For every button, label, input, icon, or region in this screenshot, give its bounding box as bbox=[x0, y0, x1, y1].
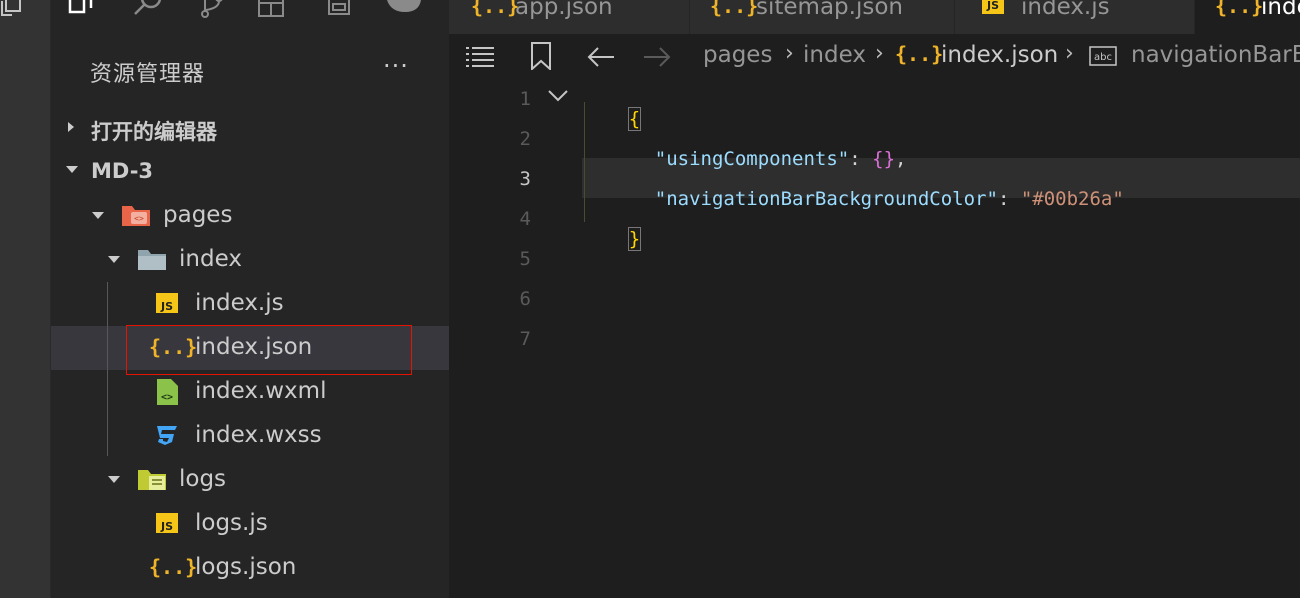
chevron-down-icon bbox=[66, 166, 78, 173]
highlight-box bbox=[126, 325, 412, 375]
tree-item-pages[interactable]: <> pages bbox=[51, 194, 449, 238]
code-line-3: "navigationBarBackgroundColor": "#00b26a… bbox=[609, 166, 1124, 232]
indent-guide bbox=[107, 282, 108, 456]
more-actions-button[interactable]: ··· bbox=[383, 52, 409, 80]
tab-index-js[interactable]: JS index.js bbox=[955, 0, 1195, 34]
breadcrumb-item[interactable]: index bbox=[803, 42, 866, 68]
line-number: 6 bbox=[519, 288, 531, 310]
breadcrumb-item[interactable]: index.json bbox=[941, 42, 1058, 68]
js-file-icon: JS bbox=[156, 513, 178, 533]
code-editor[interactable]: 1 2 3 4 5 6 7 { "usingComponents": {}, "… bbox=[449, 80, 1300, 598]
tree-item-label: logs.js bbox=[195, 510, 268, 536]
string-property-icon: abc bbox=[1089, 46, 1117, 66]
editor-tabs: {..} app.json {..} sitemap.json JS index… bbox=[449, 0, 1300, 34]
tab-label: sitemap.json bbox=[756, 0, 903, 20]
explorer-title: 资源管理器 bbox=[90, 62, 206, 87]
tree-item-label: pages bbox=[163, 202, 233, 228]
tree-item-label: index.wxml bbox=[195, 378, 327, 404]
wxml-file-icon: <> bbox=[157, 379, 178, 405]
tree-item-logs-js[interactable]: JS logs.js bbox=[51, 502, 449, 546]
breadcrumb: pages › index › {..} index.json › abc na… bbox=[449, 34, 1300, 80]
chevron-right-icon: › bbox=[1065, 41, 1074, 66]
tree-item-label: logs bbox=[179, 466, 227, 492]
close-brace: } bbox=[627, 227, 642, 251]
chevron-right-icon: › bbox=[785, 41, 794, 66]
line-number: 3 bbox=[519, 168, 531, 190]
section-open-editors[interactable]: 打开的编辑器 bbox=[51, 107, 449, 149]
line-number: 2 bbox=[519, 128, 531, 150]
section-label: MD-3 bbox=[91, 159, 154, 183]
folder-pages-icon: <> bbox=[122, 206, 150, 226]
tree-item-logs-json[interactable]: {..} logs.json bbox=[51, 546, 449, 590]
activity-bar bbox=[0, 0, 51, 598]
chevron-down-icon bbox=[108, 256, 120, 263]
back-arrow-icon[interactable] bbox=[587, 46, 615, 68]
json-file-icon: {..} bbox=[149, 555, 198, 579]
chevron-right-icon bbox=[68, 122, 74, 132]
line-number: 4 bbox=[519, 208, 531, 230]
svg-text:JS: JS bbox=[160, 520, 173, 533]
json-value: "#00b26a" bbox=[1020, 188, 1124, 210]
extensions-icon[interactable] bbox=[257, 0, 287, 20]
pages-icon[interactable] bbox=[0, 0, 26, 24]
folder-icon bbox=[138, 250, 166, 270]
cloud-icon[interactable] bbox=[385, 0, 425, 20]
line-number: 7 bbox=[519, 328, 531, 350]
explorer-sidebar: 资源管理器 ··· 打开的编辑器 MD-3 <> pages index JS … bbox=[51, 34, 449, 598]
chevron-down-icon bbox=[92, 212, 104, 219]
js-file-icon: JS bbox=[156, 293, 178, 313]
breadcrumb-item[interactable]: navigationBarB bbox=[1131, 42, 1300, 68]
debug-icon[interactable] bbox=[325, 0, 355, 20]
line-number: 5 bbox=[519, 248, 531, 270]
tree-item-label: index.wxss bbox=[195, 422, 322, 448]
source-control-icon[interactable] bbox=[197, 0, 227, 20]
tab-app-json[interactable]: {..} app.json bbox=[449, 0, 690, 34]
chevron-down-icon bbox=[108, 476, 120, 483]
fold-chevron-down-icon[interactable] bbox=[547, 88, 569, 104]
breadcrumb-item[interactable]: pages bbox=[703, 42, 772, 68]
tree-item-index-folder[interactable]: index bbox=[51, 238, 449, 282]
outline-icon[interactable] bbox=[465, 46, 495, 68]
code-line-4: } bbox=[583, 206, 642, 272]
svg-text:JS: JS bbox=[160, 300, 173, 313]
svg-text:<>: <> bbox=[161, 392, 173, 403]
svg-text:JS: JS bbox=[986, 0, 999, 12]
sidebar-toolbar bbox=[51, 0, 449, 34]
section-project[interactable]: MD-3 bbox=[51, 150, 449, 192]
tab-sitemap-json[interactable]: {..} sitemap.json bbox=[690, 0, 955, 34]
tab-index-json[interactable]: {..} inde bbox=[1195, 0, 1300, 34]
forward-arrow-icon[interactable] bbox=[643, 46, 671, 68]
colon: : bbox=[997, 188, 1021, 210]
json-file-icon: {..} bbox=[471, 0, 520, 18]
json-file-icon: {..} bbox=[710, 0, 759, 18]
json-file-icon: {..} bbox=[895, 42, 944, 66]
tree-item-logs-folder[interactable]: logs bbox=[51, 458, 449, 502]
bookmark-icon[interactable] bbox=[529, 42, 553, 70]
search-icon[interactable] bbox=[131, 0, 165, 20]
files-icon[interactable] bbox=[67, 0, 97, 20]
svg-text:<>: <> bbox=[134, 214, 144, 223]
json-key: "navigationBarBackgroundColor" bbox=[654, 188, 998, 210]
tree-item-index-wxss[interactable]: index.wxss bbox=[51, 414, 449, 458]
tab-label: inde bbox=[1261, 0, 1300, 20]
folder-logs-icon bbox=[138, 470, 166, 490]
js-file-icon: JS bbox=[982, 0, 1004, 14]
css-file-icon bbox=[157, 426, 177, 445]
json-file-icon: {..} bbox=[1215, 0, 1264, 18]
tree-item-index-wxml[interactable]: <> index.wxml bbox=[51, 370, 449, 414]
tab-label: index.js bbox=[1021, 0, 1110, 20]
tree-item-index-js[interactable]: JS index.js bbox=[51, 282, 449, 326]
tree-item-label: logs.json bbox=[195, 554, 297, 580]
chevron-right-icon: › bbox=[875, 41, 884, 66]
section-label: 打开的编辑器 bbox=[91, 120, 217, 144]
tab-label: app.json bbox=[515, 0, 613, 20]
line-number: 1 bbox=[519, 88, 531, 110]
tree-item-label: index.js bbox=[195, 290, 284, 316]
tree-item-label: index bbox=[179, 246, 242, 272]
svg-text:abc: abc bbox=[1094, 52, 1112, 63]
